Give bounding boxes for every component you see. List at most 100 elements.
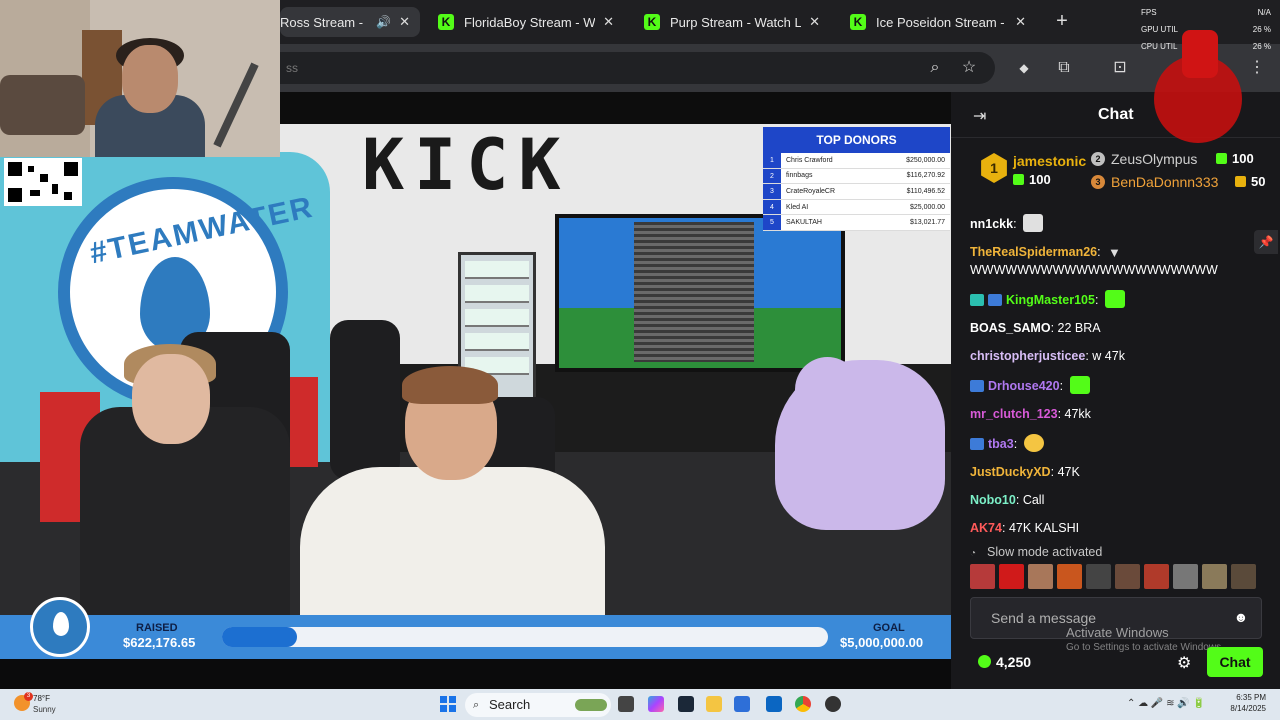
tab-ross-stream[interactable]: Ross Stream - 🔊 ✕ (280, 7, 420, 37)
close-icon[interactable]: ✕ (1015, 14, 1026, 30)
avatar[interactable] (1144, 564, 1169, 589)
clock-date[interactable]: 8/14/2025 (1226, 704, 1266, 713)
leaderboard-first-name[interactable]: jamestonic (1013, 153, 1086, 169)
screen-search-icon[interactable]: ⊡ (1110, 58, 1130, 78)
extensions-puzzle-icon[interactable]: ⧉ (1054, 58, 1074, 78)
emote-icon (1023, 434, 1044, 452)
speaker-icon[interactable]: 🔊 (376, 15, 391, 29)
perf-row: FPS N/A (1141, 8, 1271, 25)
channel-points[interactable]: 4,250 (978, 654, 1031, 670)
donor-amount: $110,496.52 (906, 187, 945, 195)
weather-alert-badge: 3 (24, 692, 33, 701)
avatar[interactable] (1028, 564, 1053, 589)
slow-mode-text: Slow mode activated (987, 545, 1103, 559)
raised-amount: $622,176.65 (123, 635, 196, 650)
avatar[interactable] (1202, 564, 1227, 589)
chat-separator: : (1015, 493, 1020, 507)
gear-icon[interactable]: ⚙ (1177, 653, 1191, 673)
app-icon[interactable] (734, 696, 750, 712)
copilot-icon[interactable] (648, 696, 664, 712)
chat-text: WWWWWWWWWWWWWWWWWWWWW (970, 263, 1218, 277)
avatar[interactable] (1173, 564, 1198, 589)
chat-username[interactable]: christopherjusticee (970, 349, 1085, 363)
slow-mode-notice: ◔ Slow mode activated (970, 545, 1102, 559)
chat-username[interactable]: TheRealSpiderman26 (970, 245, 1097, 259)
weather-temp[interactable]: 78°F (33, 694, 50, 703)
chrome-icon[interactable] (795, 696, 811, 712)
chat-username[interactable]: tba3 (988, 437, 1014, 451)
chat-message: KingMaster105: (970, 290, 1265, 308)
tab-floridaboy-stream[interactable]: K FloridaBoy Stream - W ✕ (428, 7, 624, 37)
chat-username[interactable]: mr_clutch_123 (970, 407, 1058, 421)
collapse-chat-icon[interactable]: ⇥ (973, 106, 986, 126)
chat-username[interactable]: Drhouse420 (988, 379, 1060, 393)
activate-windows-title: Activate Windows (1066, 625, 1169, 640)
windows-taskbar: 3 78°F Sunny ⌕ Search ⌃ ☁ 🎤 ≋ 🔊 🔋 6:35 P… (0, 689, 1280, 720)
gaming-chair (330, 320, 400, 480)
goal-label: GOAL (873, 622, 905, 634)
leaderboard-third-name[interactable]: BenDaDonnn333 (1111, 174, 1218, 190)
points-icon (978, 655, 991, 668)
chat-title: Chat (1098, 106, 1134, 123)
app-icon[interactable] (825, 696, 841, 712)
avatar[interactable] (970, 564, 995, 589)
close-icon[interactable]: ✕ (809, 14, 820, 30)
leaderboard-second-name[interactable]: ZeusOlympus (1111, 151, 1197, 167)
chat-username[interactable]: JustDuckyXD (970, 465, 1051, 479)
rank-1-badge: 1 (981, 153, 1007, 183)
stream-video[interactable]: KICK #TEAMWATER TOP DONORS 1 Chris Crawf… (0, 92, 951, 689)
clock-time[interactable]: 6:35 PM (1226, 693, 1266, 702)
webcam-couch (0, 75, 85, 135)
chat-username[interactable]: KingMaster105 (1006, 293, 1095, 307)
tab-purp-stream[interactable]: K Purp Stream - Watch L ✕ (634, 7, 830, 37)
donor-amount: $116,270.92 (906, 172, 945, 180)
chat-username[interactable]: AK74 (970, 521, 1002, 535)
steam-icon[interactable] (678, 696, 694, 712)
search-highlight-icon (575, 699, 607, 711)
gift-count: 100 (1029, 172, 1051, 187)
menu-dots-icon[interactable]: ⋮ (1247, 58, 1267, 78)
weather-condition[interactable]: Sunny (33, 705, 56, 714)
send-chat-button[interactable]: Chat (1207, 647, 1263, 677)
tab-title: Ross Stream - (280, 14, 364, 30)
system-tray-icons[interactable]: ⌃ ☁ 🎤 ≋ 🔊 🔋 (1127, 698, 1205, 709)
chat-separator: : (1097, 245, 1101, 259)
taskbar-search[interactable]: ⌕ Search (465, 693, 611, 717)
top-donors-panel: TOP DONORS 1 Chris Crawford $250,000.00 … (763, 127, 950, 231)
donor-row: 4 Kled AI $25,000.00 (763, 199, 950, 216)
chat-username[interactable]: BOAS_SAMO (970, 321, 1051, 335)
chat-username[interactable]: Nobo10 (970, 493, 1016, 507)
task-view-icon[interactable] (618, 696, 634, 712)
avatar[interactable] (1231, 564, 1256, 589)
performance-overlay: FPS N/A GPU UTIL 26 % CPU UTIL 26 % (1141, 8, 1271, 58)
fridge-shelf (465, 309, 529, 327)
avatar[interactable] (1057, 564, 1082, 589)
file-explorer-icon[interactable] (706, 696, 722, 712)
leaderboard-second-count: 100 (1216, 151, 1254, 166)
chat-message: WWWWWWWWWWWWWWWWWWWWW (970, 262, 1265, 278)
perf-row: CPU UTIL 26 % (1141, 42, 1271, 59)
chat-username[interactable]: nn1ckk (970, 217, 1013, 231)
leaderboard-third-count: 50 (1235, 174, 1265, 189)
avatar[interactable] (999, 564, 1024, 589)
extension-diamond-icon[interactable]: ◆ (1014, 58, 1034, 78)
qr-finder (8, 188, 22, 202)
donor-name: CrateRoyaleCR (786, 187, 836, 195)
tab-ice-poseidon-stream[interactable]: K Ice Poseidon Stream - ✕ (840, 7, 1036, 37)
windows-start-icon[interactable] (440, 696, 456, 712)
search-icon: ⌕ (473, 699, 480, 711)
user-badge-icon (970, 380, 984, 392)
app-icon[interactable] (766, 696, 782, 712)
close-icon[interactable]: ✕ (603, 14, 614, 30)
chat-panel: ⇥ Chat 1 jamestonic 100 2 ZeusOlympus 10… (951, 92, 1280, 689)
new-tab-button[interactable]: + (1050, 10, 1074, 34)
bookmark-star-icon[interactable]: ☆ (959, 58, 979, 78)
zoom-icon[interactable]: ⌕ (925, 58, 945, 78)
chat-message: tba3: (970, 434, 1265, 452)
avatar[interactable] (1086, 564, 1111, 589)
address-bar[interactable]: ss (280, 52, 995, 84)
chat-text: 47K (1057, 465, 1080, 479)
close-icon[interactable]: ✕ (399, 14, 410, 30)
emoji-icon[interactable]: ☻ (1233, 609, 1249, 625)
avatar[interactable] (1115, 564, 1140, 589)
